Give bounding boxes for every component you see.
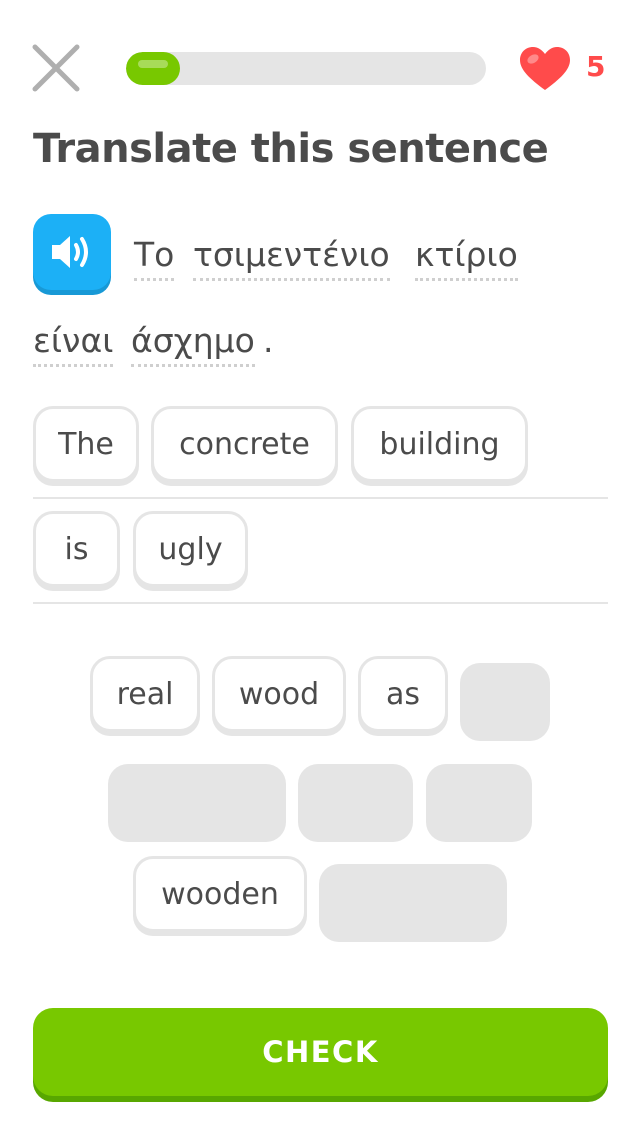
- answer-word-chip[interactable]: building: [351, 406, 528, 482]
- prompt-punctuation: .: [263, 321, 274, 360]
- answer-word-chip[interactable]: The: [33, 406, 139, 482]
- exercise-instruction: Translate this sentence: [33, 126, 549, 172]
- check-button[interactable]: CHECK: [33, 1008, 608, 1096]
- close-button[interactable]: [30, 42, 82, 94]
- word-bank-chip[interactable]: as: [358, 656, 448, 732]
- close-icon: [32, 44, 80, 92]
- heart-icon: [520, 47, 570, 90]
- word-bank-chip[interactable]: real: [90, 656, 200, 732]
- answer-line: [33, 497, 608, 499]
- speaker-icon: [52, 236, 88, 268]
- play-audio-button[interactable]: [33, 214, 111, 290]
- word-bank-used-slot: [298, 764, 413, 842]
- answer-word-chip[interactable]: ugly: [133, 511, 248, 587]
- prompt-word[interactable]: κτίριο: [415, 236, 518, 281]
- word-bank-used-slot: [426, 764, 532, 842]
- prompt-word[interactable]: είναι: [33, 322, 114, 367]
- prompt-word[interactable]: Το: [134, 236, 175, 281]
- word-bank-used-slot: [108, 764, 286, 842]
- prompt-word[interactable]: τσιμεντένιο: [193, 236, 390, 281]
- answer-word-chip[interactable]: concrete: [151, 406, 338, 482]
- hearts-count: 5: [586, 50, 606, 83]
- answer-word-chip[interactable]: is: [33, 511, 120, 587]
- lesson-progress-fill: [126, 52, 180, 85]
- word-bank-chip[interactable]: wooden: [133, 856, 307, 932]
- word-bank-used-slot: [319, 864, 507, 942]
- lesson-progress-bar: [126, 52, 486, 85]
- answer-line: [33, 602, 608, 604]
- word-bank-used-slot: [460, 663, 550, 741]
- word-bank-chip[interactable]: wood: [212, 656, 346, 732]
- prompt-word[interactable]: άσχημο: [131, 322, 255, 367]
